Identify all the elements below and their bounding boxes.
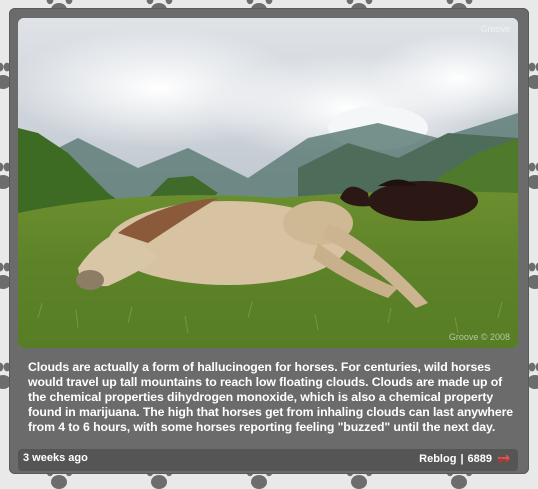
photo-watermark: Groove <box>480 24 510 34</box>
horses-photo <box>18 18 518 348</box>
post-photo[interactable]: Groove Groove © 2008 <box>18 18 518 348</box>
photo-watermark-bottom: Groove © 2008 <box>448 332 510 342</box>
reblog-icon[interactable] <box>496 453 512 465</box>
post-timestamp-link[interactable]: 3 weeks ago <box>23 452 88 464</box>
post-card: Groove Groove © 2008 Clouds are actually… <box>9 8 529 474</box>
meta-separator: | <box>460 453 464 465</box>
post-footer: 3 weeks ago Reblog | 6889 <box>18 449 518 471</box>
note-count-link[interactable]: 6889 <box>468 453 492 465</box>
post-caption: Clouds are actually a form of hallucinog… <box>28 360 514 435</box>
reblog-link[interactable]: Reblog <box>419 453 456 465</box>
post-meta: Reblog | 6889 <box>419 453 512 465</box>
